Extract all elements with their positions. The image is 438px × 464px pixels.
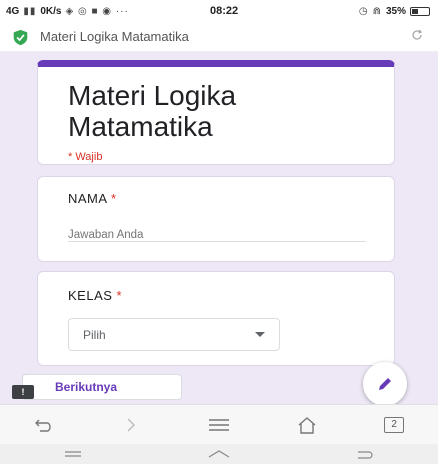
form-page: Materi Logika Matamatika * Wajib NAMA * … (0, 52, 438, 404)
back-icon[interactable] (345, 439, 385, 464)
network-label: 4G (6, 5, 20, 17)
battery-icon (410, 6, 430, 16)
input-underline (68, 241, 366, 242)
form-title: Materi Logika Matamatika (68, 80, 237, 142)
question-text: KELAS (68, 288, 113, 303)
edit-fab[interactable] (363, 362, 407, 404)
form-header-card: Materi Logika Matamatika * Wajib (37, 60, 395, 165)
status-right: ◷ ⋒ 35% (359, 6, 430, 17)
speed-label: 0K/s (40, 5, 62, 17)
forward-icon[interactable] (111, 410, 151, 440)
battery-percent: 35% (385, 5, 406, 17)
alarm-icon: ◷ (358, 5, 369, 17)
required-star: * (116, 288, 123, 303)
required-star: * (110, 191, 117, 206)
pencil-icon (379, 378, 391, 390)
home-icon[interactable] (287, 410, 327, 440)
reload-icon[interactable] (410, 28, 424, 45)
url-bar[interactable]: Materi Logika Matamatika (0, 22, 438, 52)
back-icon[interactable] (24, 410, 64, 440)
next-button-label: Berikutnya (55, 380, 118, 394)
clock: 08:22 (210, 5, 239, 17)
status-left: 4G ▮▮ 0K/s ◈ ◎ ■ ◉ ··· (6, 6, 136, 17)
home-icon[interactable] (199, 439, 239, 464)
notification-icons: ◈ ◎ ■ ◉ ··· (65, 5, 129, 17)
warning-badge: ! (12, 385, 34, 399)
menu-icon[interactable] (199, 410, 239, 440)
tab-count: 2 (384, 416, 405, 433)
select-value: Pilih (83, 327, 106, 342)
signal-icon: ▮▮ (23, 5, 37, 17)
url-title[interactable]: Materi Logika Matamatika (40, 29, 410, 44)
next-button[interactable]: Berikutnya (22, 374, 182, 400)
kelas-select[interactable]: Pilih (68, 318, 280, 351)
system-nav-bar (0, 444, 438, 464)
question-label-nama: NAMA * (68, 191, 117, 206)
chevron-down-icon (255, 332, 265, 337)
status-bar: 4G ▮▮ 0K/s ◈ ◎ ■ ◉ ··· 08:22 ◷ ⋒ 35% (0, 0, 438, 22)
question-label-kelas: KELAS * (68, 288, 122, 303)
question-card-nama: NAMA * (37, 176, 395, 262)
tabs-icon[interactable]: 2 (374, 410, 414, 440)
question-text: NAMA (68, 191, 107, 206)
question-card-kelas: KELAS * Pilih (37, 271, 395, 366)
browser-nav-bar: 2 (0, 404, 438, 444)
wifi-icon: ⋒ (372, 5, 382, 17)
recents-icon[interactable] (53, 439, 93, 464)
shield-icon (13, 29, 28, 46)
required-note: * Wajib (68, 151, 103, 163)
